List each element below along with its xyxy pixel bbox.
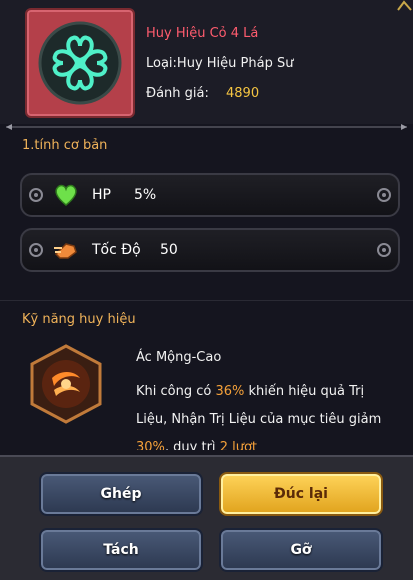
item-type: Loại:Huy Hiệu Pháp Sư [146,56,294,71]
speed-boot-icon [54,243,77,259]
stat-name: Tốc Độ [92,242,141,258]
rating-value: 4890 [226,86,260,101]
split-button[interactable]: Tách [39,528,203,572]
item-icon-frame [25,8,135,118]
action-panel: Ghép Đúc lại Tách Gỡ [0,455,413,580]
ornament-icon [29,188,43,202]
header-divider [6,124,407,130]
button-label: Đúc lại [274,486,328,502]
reforge-button[interactable]: Đúc lại [219,472,383,516]
skill-description: Khi công có 36% khiến hiệu quả Trị Liệu,… [136,378,398,450]
desc-highlight: 30% [136,440,165,450]
badge-detail-panel: Huy Hiệu Cỏ 4 Lá Loại:Huy Hiệu Pháp Sư Đ… [0,0,413,580]
stat-value: 50 [160,242,178,258]
ornament-icon [29,243,43,257]
nightmare-skill-icon [30,344,102,424]
button-label: Tách [103,542,139,558]
button-label: Ghép [100,486,142,502]
stats-section-title: 1.tính cơ bản [22,138,108,153]
ornament-icon [377,188,391,202]
four-leaf-clover-icon [38,21,122,105]
desc-highlight: 2 lượt [219,440,257,450]
stat-value: 5% [134,187,157,203]
item-name: Huy Hiệu Cỏ 4 Lá [146,26,259,41]
skill-name: Ác Mộng-Cao [136,350,222,365]
stat-name: HP [92,187,111,203]
combine-button[interactable]: Ghép [39,472,203,516]
desc-highlight: 36% [215,384,245,399]
button-label: Gỡ [290,542,312,558]
ornament-icon [377,243,391,257]
desc-text: , duy trì [164,440,220,450]
section-divider [0,300,413,301]
stat-row-speed: Tốc Độ 50 [20,228,400,272]
heart-icon [55,184,77,206]
rating-label: Đánh giá: [146,86,209,101]
skill-section-title: Kỹ năng huy hiệu [22,312,136,327]
corner-ornament-icon [397,0,412,11]
remove-button[interactable]: Gỡ [219,528,383,572]
desc-text: Khi công có [136,384,216,399]
stat-row-hp: HP 5% [20,173,400,217]
item-header: Huy Hiệu Cỏ 4 Lá Loại:Huy Hiệu Pháp Sư Đ… [0,0,413,124]
